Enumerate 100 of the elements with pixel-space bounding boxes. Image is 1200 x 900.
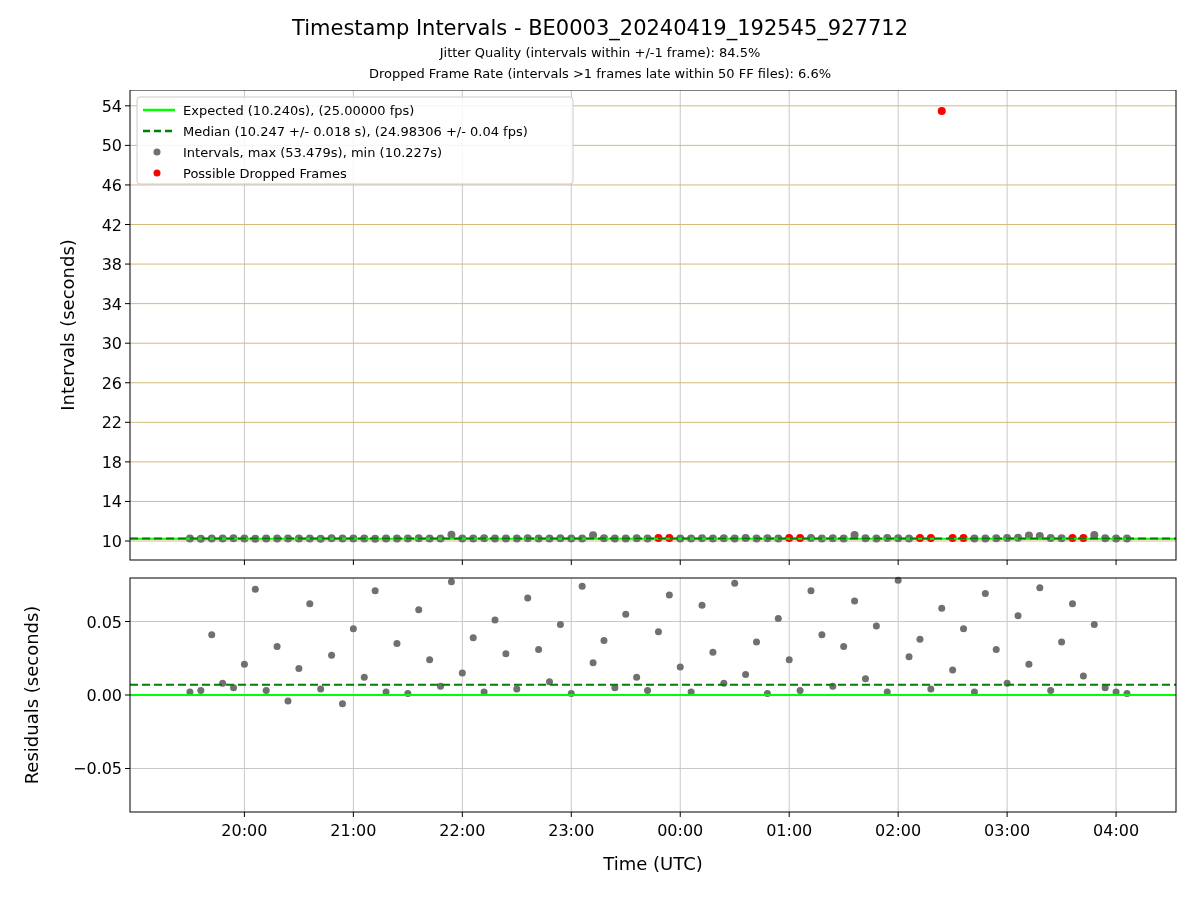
figure-title: Timestamp Intervals - BE0003_20240419_192545_927712 [292, 15, 908, 42]
data-point [687, 688, 695, 696]
legend-label: Intervals, max (53.479s), min (10.227s) [183, 144, 442, 160]
data-point [1090, 530, 1099, 539]
data-point [796, 534, 805, 543]
data-point [469, 534, 478, 543]
data-point [230, 684, 237, 692]
chart-subtitle: Dropped Frame Rate (intervals >1 frames late within 50 FF files): 6.6% [368, 65, 832, 83]
data-point [741, 534, 750, 543]
data-point [556, 534, 565, 543]
data-point [785, 534, 794, 543]
data-point [698, 601, 706, 609]
y-tick-label: 14 [101, 492, 122, 512]
data-point [185, 534, 194, 543]
data-point [763, 534, 772, 543]
data-point [458, 669, 466, 677]
data-point [817, 534, 826, 543]
data-point [1035, 532, 1044, 541]
data-point [338, 700, 346, 708]
data-point [622, 610, 630, 618]
legend-marker-icon [153, 169, 161, 177]
data-point [403, 534, 412, 543]
data-point [524, 594, 532, 602]
data-point [523, 534, 532, 543]
data-point [861, 534, 870, 543]
data-point [807, 534, 815, 543]
data-point [208, 631, 216, 639]
data-point [404, 690, 412, 698]
data-point [937, 107, 946, 115]
data-point [284, 534, 292, 543]
data-point [1090, 620, 1098, 628]
x-tick-label: 20:00 [221, 821, 268, 840]
y-tick-label: −0.05 [72, 759, 122, 779]
data-point [872, 534, 881, 543]
data-point [621, 534, 630, 543]
data-point [1058, 638, 1066, 646]
data-point [687, 534, 696, 543]
data-point [1014, 533, 1022, 542]
data-point [1123, 690, 1131, 698]
data-point [948, 534, 957, 543]
data-point [1079, 534, 1088, 543]
x-tick-label: 22:00 [439, 821, 486, 840]
data-point [916, 635, 924, 643]
data-point [447, 578, 455, 586]
x-tick-label: 00:00 [657, 821, 704, 840]
data-point [774, 534, 783, 543]
data-point [1024, 531, 1033, 540]
data-point [644, 687, 652, 695]
data-point [785, 656, 793, 664]
data-point [382, 688, 390, 696]
data-point [851, 597, 859, 605]
y-tick-label: 38 [101, 255, 122, 275]
data-point [578, 582, 586, 590]
data-point [229, 534, 238, 543]
data-point [501, 534, 510, 543]
data-point [643, 534, 652, 543]
data-point [1069, 600, 1076, 608]
data-point [393, 640, 401, 648]
y-axis-label: Residuals (seconds) [21, 605, 42, 785]
data-point [284, 697, 292, 705]
legend-label: Median (10.247 +/- 0.018 s), (24.98306 +/- 0.04 fps) [183, 123, 528, 139]
data-point [425, 534, 434, 543]
data-point [752, 534, 761, 543]
data-point [240, 534, 249, 543]
data-point [742, 670, 750, 678]
y-tick-label: 30 [101, 334, 122, 354]
y-tick-label: 10 [101, 532, 122, 551]
x-tick-label: 04:00 [1093, 821, 1140, 840]
data-point [753, 638, 760, 646]
y-tick-label: 18 [101, 452, 122, 472]
data-point [992, 534, 1001, 543]
x-tick-label: 02:00 [875, 821, 922, 840]
data-point [1112, 688, 1120, 696]
data-point [480, 534, 489, 543]
data-point [1003, 679, 1011, 687]
y-tick-label: 22 [101, 413, 122, 433]
data-point [305, 534, 314, 543]
legend-marker-icon [153, 148, 161, 156]
data-point [840, 643, 848, 650]
data-point [1014, 612, 1022, 620]
legend-line-icon [143, 129, 175, 133]
data-point [469, 634, 477, 642]
data-point [546, 678, 553, 686]
data-point [763, 690, 771, 698]
data-point [491, 534, 499, 543]
y-tick-label: 50 [101, 136, 122, 156]
data-point [437, 682, 445, 690]
data-point [883, 688, 891, 696]
data-point [665, 534, 674, 543]
data-point [458, 534, 467, 543]
x-axis-label: Time (UTC) [603, 853, 703, 874]
data-point [970, 688, 978, 696]
data-point [1079, 672, 1087, 680]
data-point [1036, 584, 1044, 592]
data-point [828, 534, 837, 543]
data-point [491, 616, 499, 624]
data-point [665, 591, 673, 599]
data-point [556, 620, 564, 628]
data-point [502, 650, 510, 658]
data-point [273, 534, 282, 543]
